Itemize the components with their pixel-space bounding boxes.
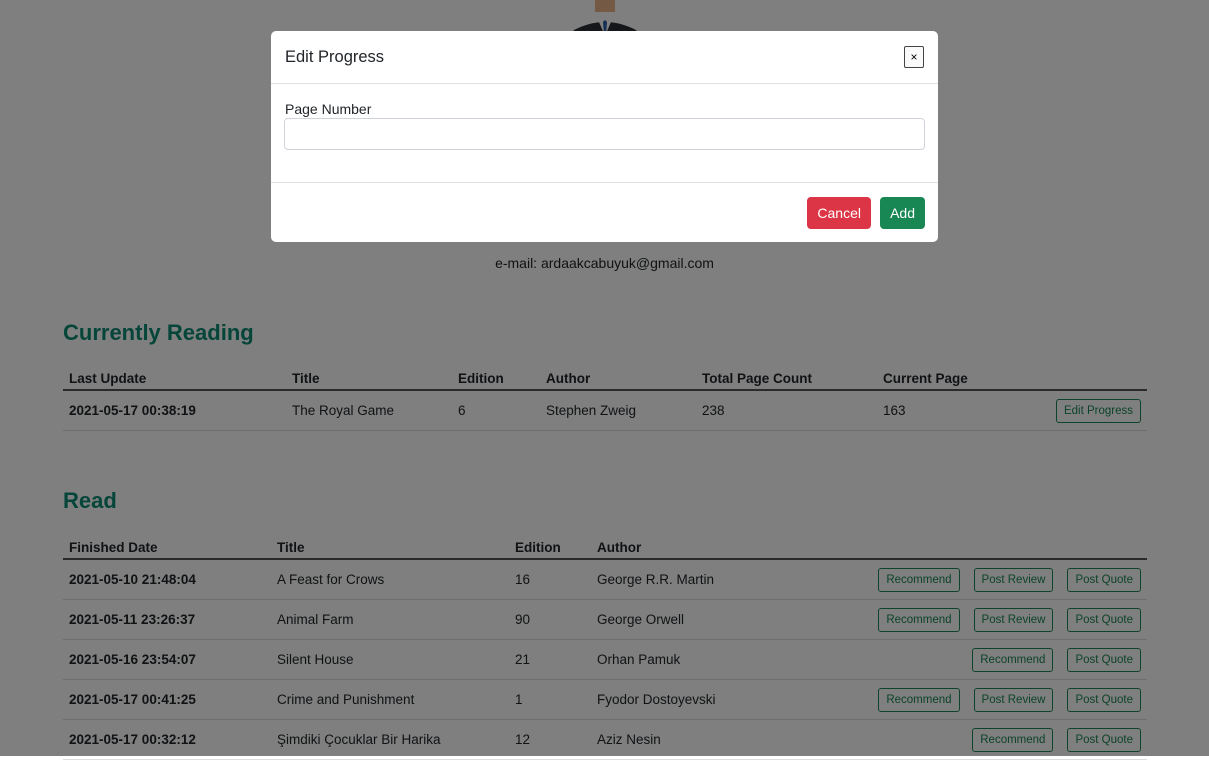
page-number-input[interactable] [284,118,925,150]
page-number-label: Page Number [285,101,372,117]
cancel-button[interactable]: Cancel [807,197,871,229]
modal-header: Edit Progress × [271,31,938,84]
modal-title: Edit Progress [285,48,385,66]
add-button[interactable]: Add [880,197,925,229]
edit-progress-modal: Edit Progress × Page Number Cancel Add [271,31,938,242]
close-icon: × [910,50,918,64]
modal-body: Page Number [271,84,938,183]
modal-footer: Cancel Add [271,183,938,241]
close-button[interactable]: × [904,46,924,68]
